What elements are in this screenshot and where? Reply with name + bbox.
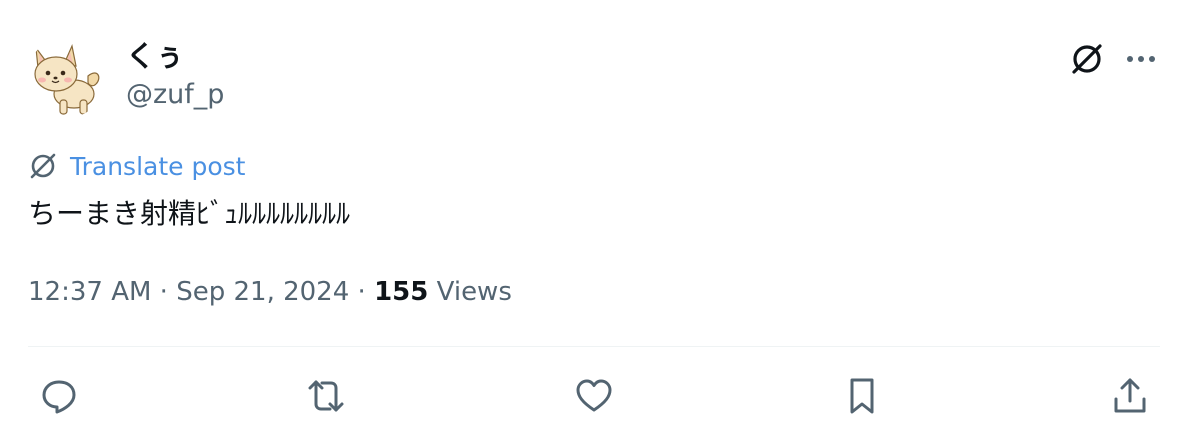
post-meta: 12:37 AM · Sep 21, 2024 · 155 Views (28, 274, 512, 310)
post-date[interactable]: Sep 21, 2024 (176, 277, 349, 307)
views-label: Views (428, 277, 512, 307)
divider (28, 346, 1160, 347)
post-detail: くぅ @zuf_p Translate post ちーまき射精ﾋﾞｭﾙﾙﾙﾙﾙﾙ… (0, 0, 1180, 438)
views-count: 155 (374, 277, 429, 307)
share-icon (1114, 378, 1146, 413)
meta-separator: · (151, 277, 177, 307)
like-button[interactable] (570, 372, 618, 420)
avatar[interactable] (26, 38, 106, 118)
translate-post-link[interactable]: Translate post (28, 148, 245, 184)
repost-icon (308, 380, 344, 412)
post-time[interactable]: 12:37 AM (28, 277, 151, 307)
grok-button[interactable] (1064, 36, 1110, 82)
repost-button[interactable] (302, 372, 350, 420)
meta-separator: · (349, 277, 375, 307)
display-name[interactable]: くぅ (126, 38, 184, 74)
post-text: ちーまき射精ﾋﾞｭﾙﾙﾙﾙﾙﾙﾙﾙ (28, 197, 351, 230)
bookmark-icon (850, 378, 874, 414)
translate-icon (28, 151, 58, 181)
more-icon (1127, 56, 1155, 62)
dog-avatar-icon (26, 38, 106, 118)
more-options-button[interactable] (1118, 36, 1164, 82)
grok-icon (1072, 44, 1102, 74)
reply-button[interactable] (35, 372, 83, 420)
user-handle[interactable]: @zuf_p (126, 78, 224, 112)
bookmark-button[interactable] (838, 372, 886, 420)
heart-icon (576, 379, 612, 412)
reply-icon (42, 380, 76, 414)
share-button[interactable] (1106, 372, 1154, 420)
translate-label: Translate post (70, 151, 246, 181)
